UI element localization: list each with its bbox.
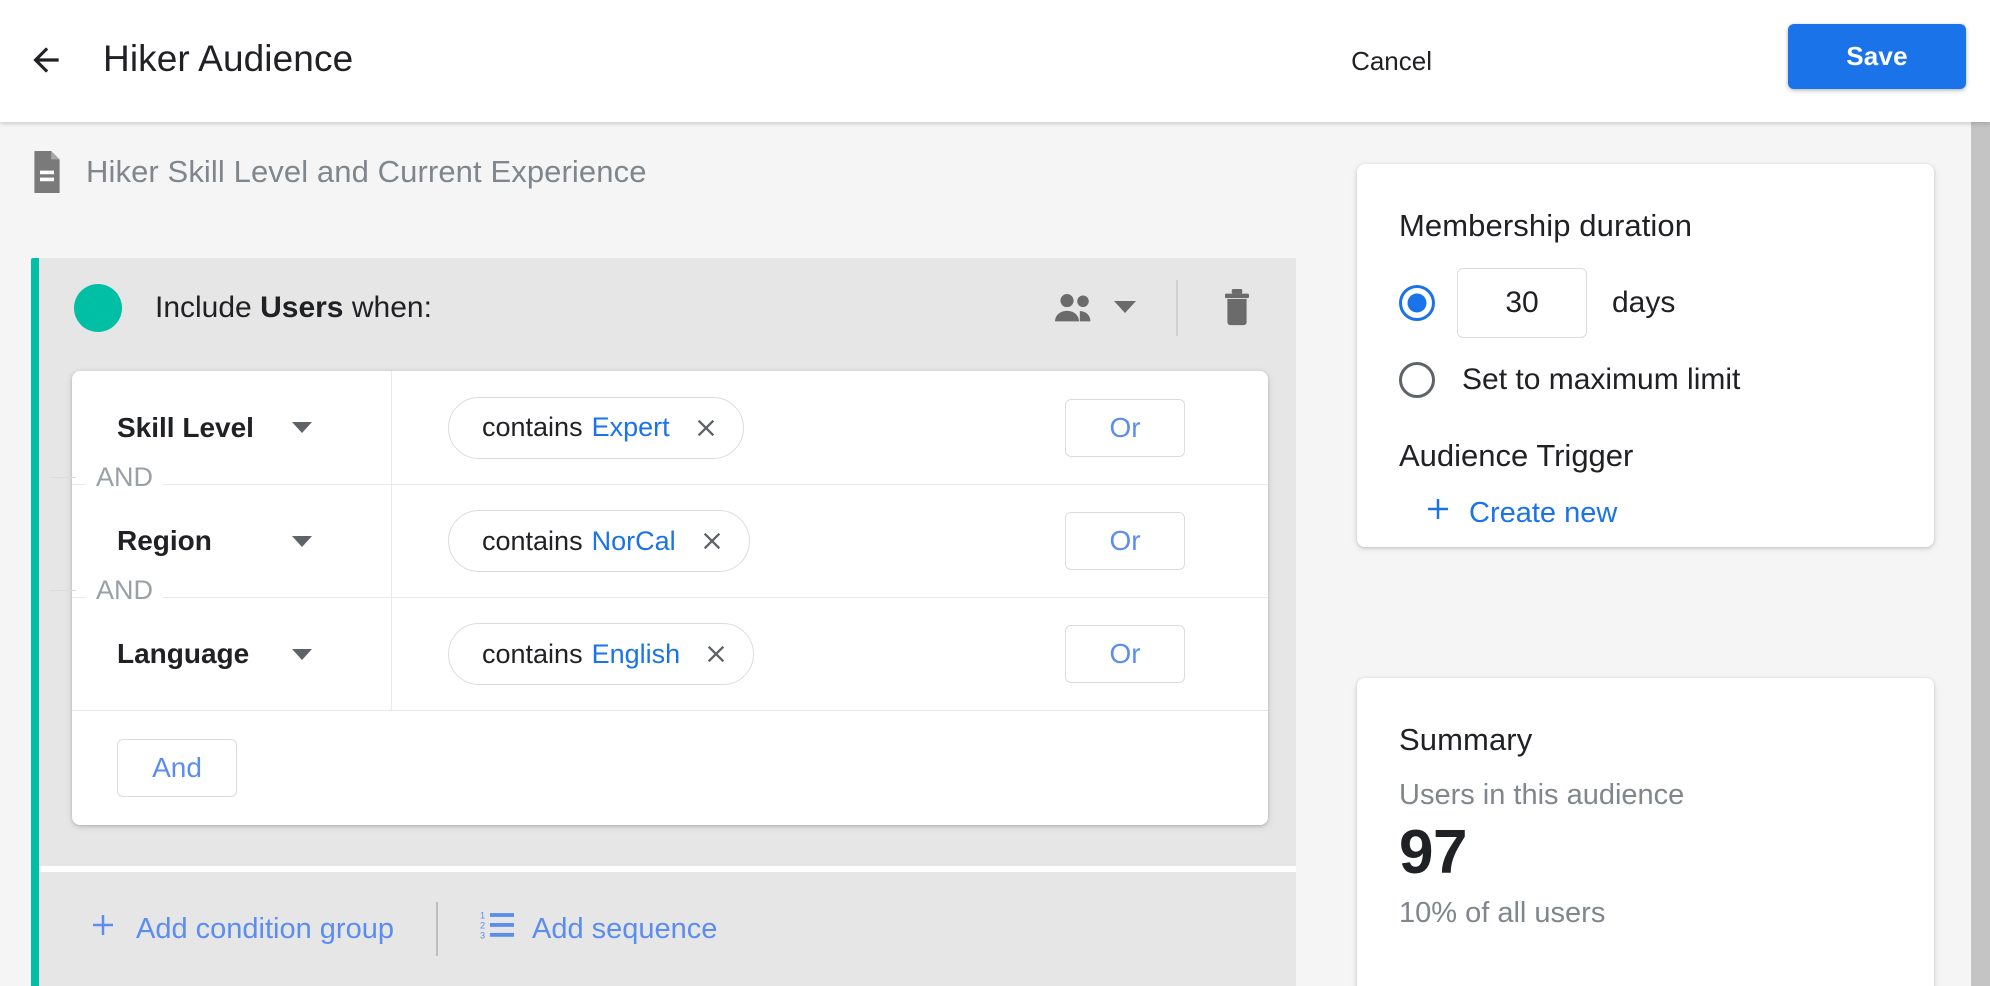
or-button[interactable]: Or (1065, 625, 1185, 683)
or-button[interactable]: Or (1065, 398, 1185, 457)
add-condition-group-button[interactable]: Add condition group (84, 900, 398, 958)
add-and-row: And (72, 710, 1268, 825)
include-prefix: Include (155, 291, 252, 324)
footer-divider (435, 902, 438, 956)
trash-icon (1222, 288, 1252, 329)
membership-days-option: days (1399, 268, 1892, 338)
chip-operator: contains (482, 638, 583, 669)
chip-value: NorCal (591, 525, 676, 556)
group-color-dot (74, 284, 122, 332)
add-condition-group-label: Add condition group (136, 912, 394, 945)
dimension-chevron-down-icon[interactable] (292, 648, 312, 660)
actions-divider (1176, 280, 1178, 336)
membership-duration-card: Membership duration days Set to maximum … (1357, 164, 1934, 547)
numbered-list-icon: 1 2 3 (480, 909, 514, 949)
condition-chip[interactable]: contains NorCal (448, 510, 750, 572)
dimension-chevron-down-icon[interactable] (292, 422, 312, 433)
condition-group-panel: Include Users when: Skill Level contains… (31, 258, 1296, 986)
chevron-down-icon (1114, 300, 1136, 317)
summary-title: Summary (1399, 722, 1533, 757)
dimension-chevron-down-icon[interactable] (292, 535, 312, 547)
radio-days[interactable] (1399, 285, 1435, 321)
plus-icon (1423, 494, 1453, 532)
cancel-button[interactable]: Cancel (1339, 36, 1444, 86)
chip-value: Expert (591, 412, 670, 442)
dimension-cell: Skill Level (72, 371, 392, 484)
plus-icon (88, 910, 118, 948)
max-limit-label[interactable]: Set to maximum limit (1462, 363, 1740, 397)
condition-chip[interactable]: contains English (448, 623, 755, 685)
audience-description-text: Hiker Skill Level and Current Experience (86, 154, 647, 189)
chip-value: English (591, 638, 681, 669)
audience-description-row: Hiker Skill Level and Current Experience (30, 146, 647, 198)
and-button[interactable]: And (117, 739, 237, 797)
or-button[interactable]: Or (1065, 512, 1185, 570)
svg-text:3: 3 (480, 930, 485, 940)
create-new-trigger-button[interactable]: Create new (1419, 486, 1621, 540)
add-sequence-button[interactable]: 1 2 3 Add sequence (476, 899, 721, 959)
page-title: Hiker Audience (103, 38, 354, 79)
dimension-label: Language (117, 638, 250, 669)
condition-group-header: Include Users when: (39, 258, 1296, 358)
cell-divider (391, 371, 392, 484)
condition-chip[interactable]: contains Expert (448, 396, 744, 459)
dimension-label: Skill Level (117, 411, 254, 443)
condition-row: Region contains NorCal Or (72, 484, 1268, 597)
people-icon (1052, 291, 1098, 326)
summary-card: Summary Users in this audience 97 10% of… (1357, 678, 1934, 986)
membership-max-option: Set to maximum limit (1399, 362, 1892, 398)
builder-body: Hiker Skill Level and Current Experience… (0, 122, 1990, 986)
summary-subtitle: Users in this audience (1399, 779, 1685, 811)
membership-days-input[interactable] (1457, 268, 1587, 338)
cell-divider (391, 598, 392, 710)
back-arrow-icon[interactable] (22, 36, 70, 84)
chip-close-icon[interactable] (698, 527, 726, 555)
delete-group-button[interactable] (1208, 280, 1266, 337)
document-icon (30, 151, 64, 193)
svg-text:1: 1 (480, 911, 485, 921)
condition-group-actions (1042, 258, 1296, 358)
app-header: Hiker Audience Cancel Save (0, 0, 1990, 122)
include-suffix: when: (351, 291, 432, 324)
summary-percent: 10% of all users (1399, 897, 1606, 930)
chip-close-icon[interactable] (692, 414, 720, 442)
dimension-label: Region (117, 525, 212, 556)
condition-row: Skill Level contains Expert Or (72, 371, 1268, 484)
days-unit-label: days (1612, 286, 1676, 319)
summary-user-count: 97 (1399, 818, 1467, 887)
create-new-label: Create new (1469, 496, 1618, 529)
vertical-scrollbar[interactable] (1971, 122, 1990, 986)
audience-trigger-title: Audience Trigger (1399, 438, 1634, 473)
include-statement: Include Users when: (155, 291, 432, 325)
conditions-card: Skill Level contains Expert Or Region co… (72, 371, 1268, 825)
svg-text:2: 2 (480, 921, 485, 931)
include-scope: Users (260, 291, 344, 324)
chip-operator: contains (482, 412, 583, 442)
condition-group-footer: Add condition group 1 2 3 Add sequence (39, 872, 1296, 986)
scope-selector-button[interactable] (1042, 283, 1146, 334)
radio-max-limit[interactable] (1399, 362, 1435, 398)
cell-divider (391, 485, 392, 597)
save-button[interactable]: Save (1788, 24, 1966, 89)
chip-close-icon[interactable] (702, 640, 730, 668)
chip-operator: contains (482, 525, 583, 556)
condition-row: Language contains English Or (72, 597, 1268, 710)
dimension-cell: Region (72, 485, 392, 597)
dimension-cell: Language (72, 598, 392, 710)
audience-builder-screen: Hiker Audience Cancel Save Hiker Skill L… (0, 0, 1990, 986)
membership-duration-title: Membership duration (1399, 208, 1693, 243)
add-sequence-label: Add sequence (531, 912, 718, 945)
